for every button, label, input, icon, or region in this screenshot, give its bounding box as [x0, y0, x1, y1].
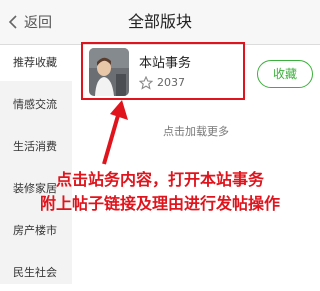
annotation-line-2: 附上帖子链接及理由进行发帖操作 — [39, 194, 280, 213]
annotation-line-1: 点击站务内容，打开本站事务 — [55, 170, 264, 189]
annotation-arrow — [102, 100, 128, 165]
